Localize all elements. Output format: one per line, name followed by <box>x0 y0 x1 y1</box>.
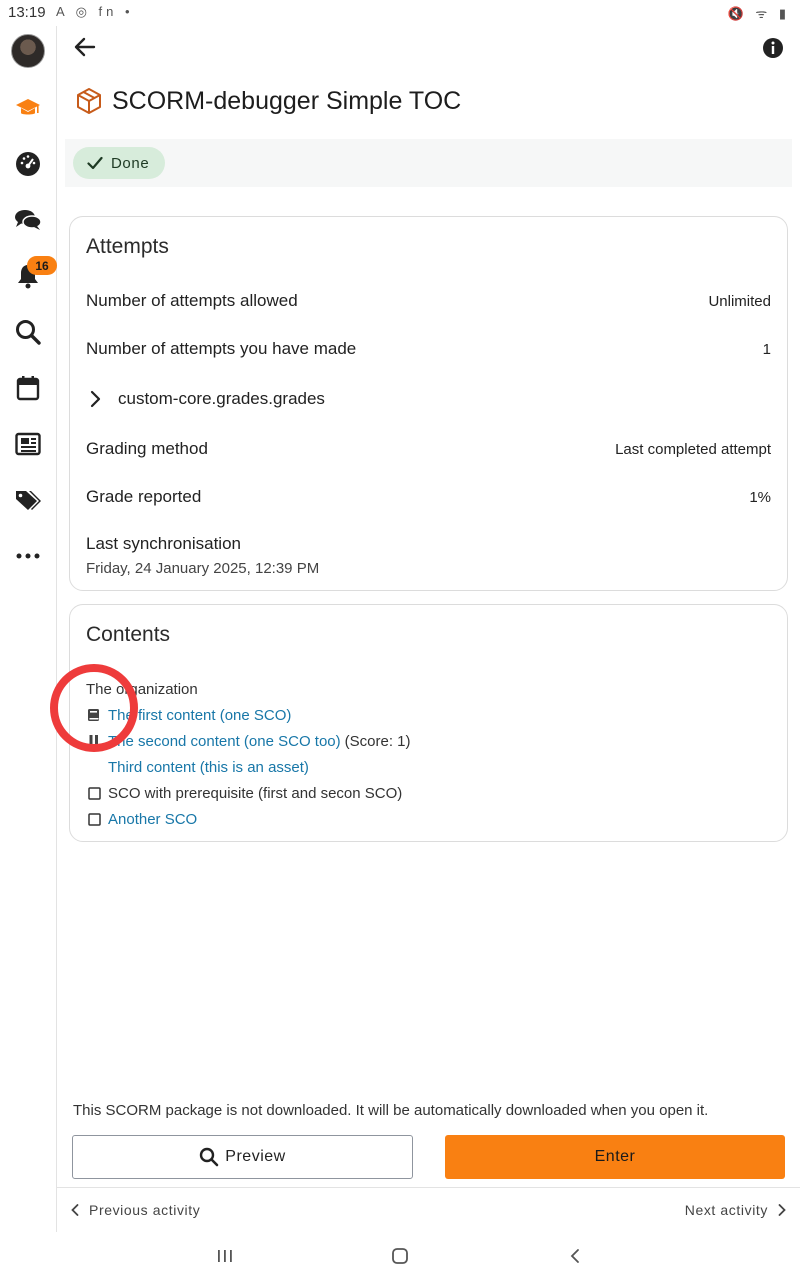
tags-icon <box>16 491 41 510</box>
more-icon <box>16 553 40 559</box>
back-button[interactable] <box>70 32 100 62</box>
toc-item-text: SCO with prerequisite (first and secon S… <box>108 784 403 802</box>
download-note: This SCORM package is not downloaded. It… <box>73 1102 709 1119</box>
grade-reported-value: 1% <box>749 488 771 506</box>
previous-activity-button[interactable]: Previous activity <box>71 1202 200 1218</box>
page-title: SCORM-debugger Simple TOC <box>112 86 462 115</box>
grading-method-row: Grading method Last completed attempt <box>86 437 771 461</box>
nav-dashboard[interactable] <box>0 144 56 184</box>
attempts-title: Attempts <box>86 235 169 258</box>
grading-method-value: Last completed attempt <box>615 440 771 458</box>
chevron-right-icon <box>778 1204 786 1216</box>
home-button[interactable] <box>385 1244 415 1268</box>
recent-apps-button[interactable] <box>210 1244 240 1268</box>
nav-messages[interactable] <box>0 200 56 240</box>
last-sync-label: Last synchronisation <box>86 534 241 553</box>
chevron-left-icon <box>71 1204 79 1216</box>
nav-more[interactable] <box>0 536 56 576</box>
toc-item[interactable]: The second content (one SCO too) (Score:… <box>86 731 411 751</box>
toc-item-link[interactable]: Third content (this is an asset) <box>108 759 309 776</box>
chevron-right-icon <box>90 390 101 408</box>
news-icon <box>15 432 41 456</box>
package-box-icon <box>77 88 101 114</box>
info-icon[interactable] <box>762 37 784 59</box>
activity-navigation: Previous activity Next activity <box>57 1187 800 1231</box>
preview-button[interactable]: Preview <box>72 1135 413 1179</box>
page-header: SCORM-debugger Simple TOC <box>76 84 461 118</box>
nav-tags[interactable] <box>0 480 56 520</box>
notification-count-badge: 16 <box>27 256 57 275</box>
toc-item[interactable]: Another SCO <box>86 809 197 829</box>
next-activity-button[interactable]: Next activity <box>685 1202 786 1218</box>
preview-button-label: Preview <box>225 1148 286 1165</box>
toc-item-score: (Score: 1) <box>344 732 411 750</box>
home-icon <box>392 1248 408 1264</box>
contents-card: Contents The organization The first cont… <box>69 604 788 842</box>
nav-search[interactable] <box>0 312 56 352</box>
nav-news[interactable] <box>0 424 56 464</box>
grade-reported-label: Grade reported <box>86 487 202 506</box>
toc-item[interactable]: Third content (this is an asset) <box>86 757 309 777</box>
checkbox-icon <box>86 785 102 801</box>
user-avatar-button[interactable] <box>0 31 56 71</box>
side-navigation-rail: 16 <box>0 26 57 1232</box>
chat-icon <box>15 210 42 230</box>
system-navigation-bar <box>0 1232 800 1280</box>
enter-button[interactable]: Enter <box>445 1135 785 1179</box>
graduation-cap-icon <box>16 99 40 115</box>
recent-apps-icon <box>218 1250 232 1262</box>
grades-expander-label: custom-core.grades.grades <box>118 389 325 408</box>
grades-expander[interactable]: custom-core.grades.grades <box>86 387 325 411</box>
grading-method-label: Grading method <box>86 439 208 458</box>
status-time: 13:19 <box>8 4 46 21</box>
completion-status-label: Done <box>111 154 150 172</box>
toc-item-link[interactable]: Another SCO <box>108 811 197 828</box>
toc-item: SCO with prerequisite (first and secon S… <box>86 783 402 803</box>
completion-bar: Done <box>65 139 792 187</box>
next-activity-label: Next activity <box>684 1202 768 1218</box>
system-back-button[interactable] <box>560 1244 590 1268</box>
arrow-left-icon <box>74 37 96 57</box>
toc-item-link[interactable]: The second content (one SCO too) <box>108 733 341 750</box>
attempts-made-row: Number of attempts you have made 1 <box>86 337 771 361</box>
chevron-left-icon <box>570 1249 579 1263</box>
annotation-circle <box>50 664 138 752</box>
dashboard-icon <box>16 152 40 176</box>
completion-status-chip: Done <box>73 147 166 179</box>
attempts-made-value: 1 <box>762 340 771 358</box>
checkbox-icon <box>86 811 102 827</box>
status-bar: 13:19 A ◎ fn • 🔇 ᯤ ▮ <box>0 0 800 26</box>
avatar <box>11 34 45 68</box>
nav-calendar[interactable] <box>0 368 56 408</box>
nav-my-courses[interactable] <box>0 88 56 128</box>
attempts-card: Attempts Number of attempts allowed Unli… <box>69 216 788 591</box>
nav-notifications[interactable]: 16 <box>0 256 57 296</box>
previous-activity-label: Previous activity <box>89 1202 201 1218</box>
attempts-allowed-value: Unlimited <box>708 292 771 310</box>
attempts-allowed-label: Number of attempts allowed <box>86 291 298 310</box>
grade-reported-row: Grade reported 1% <box>86 485 771 509</box>
system-icons: 🔇 ᯤ ▮ <box>727 6 790 21</box>
check-icon <box>87 156 103 170</box>
contents-title: Contents <box>86 623 171 646</box>
notification-icons: A ◎ fn • <box>56 4 134 19</box>
enter-button-label: Enter <box>594 1148 636 1165</box>
attempts-allowed-row: Number of attempts allowed Unlimited <box>86 289 771 313</box>
search-icon <box>200 1147 219 1167</box>
last-sync-value: Friday, 24 January 2025, 12:39 PM <box>86 560 320 577</box>
last-sync-row: Last synchronisation <box>86 532 771 556</box>
calendar-icon <box>16 376 40 401</box>
attempts-made-label: Number of attempts you have made <box>86 339 357 358</box>
search-icon <box>16 320 41 345</box>
